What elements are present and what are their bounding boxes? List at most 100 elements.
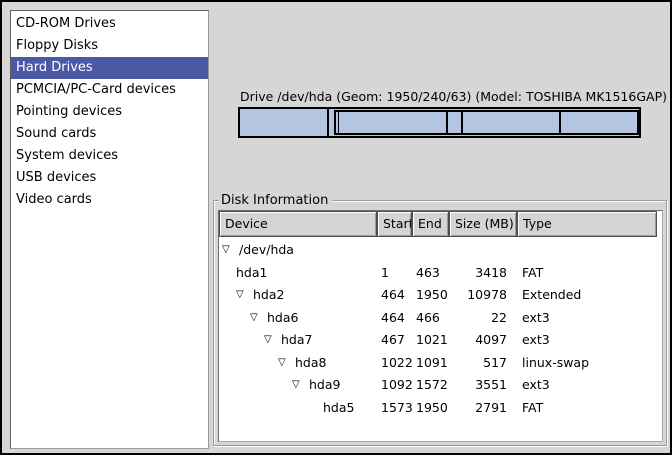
column-header-start[interactable]: Start (377, 211, 412, 237)
type-cell: ext3 (517, 329, 657, 352)
size-cell: 2791 (449, 397, 517, 420)
filler-cell (657, 329, 662, 352)
size-cell: 3551 (449, 374, 517, 397)
sidebar-item-usb-devices[interactable]: USB devices (11, 167, 208, 189)
partition-segment-hda8-left-boundary (446, 112, 448, 133)
end-cell: 1091 (412, 352, 449, 375)
expander-triangle-icon[interactable]: ▽ (222, 239, 239, 261)
hardware-browser-window: CD-ROM Drives Floppy Disks Hard Drives P… (0, 0, 672, 455)
device-label: hda2 (253, 284, 284, 307)
sidebar-item-pcmcia-devices[interactable]: PCMCIA/PC-Card devices (11, 79, 208, 101)
device-label: hda6 (267, 307, 298, 330)
sidebar-item-system-devices[interactable]: System devices (11, 145, 208, 167)
filler-cell (657, 239, 662, 262)
filler-cell (657, 284, 662, 307)
table-row-dev-hda[interactable]: ▽ /dev/hda (219, 239, 662, 262)
device-cell: ▽ hda2 (219, 284, 377, 307)
size-cell (449, 239, 517, 262)
device-label: hda1 (236, 262, 267, 285)
expander-triangle-icon[interactable]: ▽ (264, 329, 281, 351)
sidebar-item-pointing-devices[interactable]: Pointing devices (11, 101, 208, 123)
device-label: hda7 (281, 329, 312, 352)
partition-segment-hda6-boundary (338, 112, 339, 133)
disk-information-label: Disk Information (219, 192, 333, 209)
size-cell: 3418 (449, 262, 517, 285)
sidebar-item-floppy-disks[interactable]: Floppy Disks (11, 35, 208, 57)
start-cell: 1573 (377, 397, 412, 420)
partition-segment-hda5-boundary (559, 112, 561, 133)
type-cell: Extended (517, 284, 657, 307)
column-header-type[interactable]: Type (517, 211, 657, 237)
type-cell (517, 239, 657, 262)
device-cell: ▽ hda9 (219, 374, 377, 397)
type-cell: ext3 (517, 307, 657, 330)
expander-triangle-icon[interactable]: ▽ (278, 352, 295, 374)
sidebar-item-video-cards[interactable]: Video cards (11, 189, 208, 211)
column-header-filler (657, 211, 662, 237)
partition-segment-hda8-right-boundary (461, 112, 463, 133)
device-cell: ▽ hda7 (219, 329, 377, 352)
type-cell: linux-swap (517, 352, 657, 375)
start-cell: 1092 (377, 374, 412, 397)
expander-triangle-icon[interactable]: ▽ (292, 374, 309, 396)
expander-triangle-icon[interactable]: ▽ (236, 284, 253, 306)
type-cell: ext3 (517, 374, 657, 397)
device-label: hda5 (323, 397, 354, 420)
end-cell: 1021 (412, 329, 449, 352)
device-category-list: CD-ROM Drives Floppy Disks Hard Drives P… (10, 10, 209, 449)
filler-cell (657, 397, 662, 420)
end-cell: 466 (412, 307, 449, 330)
start-cell: 464 (377, 307, 412, 330)
partition-segment-hda2-extended (334, 110, 639, 135)
size-cell: 4097 (449, 329, 517, 352)
expander-triangle-icon[interactable]: ▽ (250, 307, 267, 329)
table-row-hda6[interactable]: ▽ hda6 464 466 22 ext3 (219, 307, 662, 330)
end-cell (412, 239, 449, 262)
end-cell: 1572 (412, 374, 449, 397)
column-header-device[interactable]: Device (219, 211, 377, 237)
table-row-hda1[interactable]: hda1 1 463 3418 FAT (219, 262, 662, 285)
start-cell (377, 239, 412, 262)
device-label: /dev/hda (239, 239, 294, 262)
sidebar-item-cdrom-drives[interactable]: CD-ROM Drives (11, 13, 208, 35)
type-cell: FAT (517, 397, 657, 420)
start-cell: 1 (377, 262, 412, 285)
device-cell: hda1 (219, 262, 377, 285)
filler-cell (657, 352, 662, 375)
filler-cell (657, 374, 662, 397)
start-cell: 1022 (377, 352, 412, 375)
filler-cell (657, 262, 662, 285)
sidebar-item-sound-cards[interactable]: Sound cards (11, 123, 208, 145)
table-header-row: Device Start End Size (MB) Type (219, 211, 662, 237)
start-cell: 467 (377, 329, 412, 352)
disk-information-groupbox: Disk Information Device Start End Size (… (213, 200, 667, 446)
device-cell: ▽ /dev/hda (219, 239, 377, 262)
device-label: hda8 (295, 352, 326, 375)
size-cell: 517 (449, 352, 517, 375)
table-row-hda7[interactable]: ▽ hda7 467 1021 4097 ext3 (219, 329, 662, 352)
partition-bar (238, 107, 641, 138)
device-cell: ▽ hda8 (219, 352, 377, 375)
filler-cell (657, 307, 662, 330)
partition-segment-hda1-boundary (327, 109, 329, 136)
disk-information-table: Device Start End Size (MB) Type ▽ /dev/h… (218, 210, 663, 442)
device-label: hda9 (309, 374, 340, 397)
start-cell: 464 (377, 284, 412, 307)
size-cell: 10978 (449, 284, 517, 307)
table-row-hda9[interactable]: ▽ hda9 1092 1572 3551 ext3 (219, 374, 662, 397)
table-row-hda2[interactable]: ▽ hda2 464 1950 10978 Extended (219, 284, 662, 307)
table-body: ▽ /dev/hda hda1 1 463 3418 (219, 237, 662, 419)
table-row-hda8[interactable]: ▽ hda8 1022 1091 517 linux-swap (219, 352, 662, 375)
end-cell: 463 (412, 262, 449, 285)
device-cell: hda5 (219, 397, 377, 420)
size-cell: 22 (449, 307, 517, 330)
device-cell: ▽ hda6 (219, 307, 377, 330)
table-row-hda5[interactable]: hda5 1573 1950 2791 FAT (219, 397, 662, 420)
end-cell: 1950 (412, 397, 449, 420)
end-cell: 1950 (412, 284, 449, 307)
drive-title: Drive /dev/hda (Geom: 1950/240/63) (Mode… (240, 89, 667, 104)
sidebar-item-hard-drives[interactable]: Hard Drives (11, 57, 208, 79)
column-header-end[interactable]: End (412, 211, 449, 237)
type-cell: FAT (517, 262, 657, 285)
column-header-size[interactable]: Size (MB) (449, 211, 517, 237)
